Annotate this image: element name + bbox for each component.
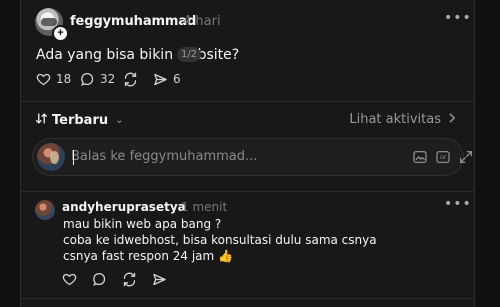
post-username[interactable]: feggymuhammad bbox=[70, 14, 196, 30]
comment-count: 32 bbox=[100, 72, 116, 86]
current-user-avatar bbox=[37, 143, 65, 171]
comment-line-2: coba ke idwebhost, bisa konsultasi dulu … bbox=[63, 233, 377, 247]
post-time: 4 hari bbox=[183, 14, 221, 29]
post-more-icon[interactable]: ••• bbox=[444, 11, 471, 25]
comment-reply-icon[interactable] bbox=[92, 272, 108, 288]
post-avatar[interactable]: + bbox=[35, 8, 69, 42]
sort-label-text: Terbaru bbox=[52, 113, 109, 128]
follow-plus-icon[interactable]: + bbox=[52, 25, 69, 42]
comment-time: 1 menit bbox=[181, 200, 228, 214]
text-cursor bbox=[73, 150, 74, 165]
page-indicator: 1/2 bbox=[177, 47, 201, 62]
heart-icon bbox=[36, 72, 51, 87]
activity-label: Lihat aktivitas bbox=[349, 112, 441, 127]
comment-action[interactable]: 32 bbox=[80, 70, 115, 88]
comment-repost-icon[interactable] bbox=[122, 272, 138, 288]
post-text: Ada yang bisa bikin website? bbox=[36, 47, 240, 63]
bottom-divider bbox=[21, 298, 474, 299]
sort-dropdown[interactable]: Terbaru ⌄ bbox=[35, 112, 124, 130]
comment-send-icon[interactable] bbox=[152, 272, 168, 288]
repost-icon bbox=[123, 72, 138, 87]
comment-icon bbox=[80, 72, 95, 87]
reply-composer[interactable]: GIF bbox=[32, 138, 472, 176]
comment-username[interactable]: andyheruprasetya bbox=[62, 200, 186, 215]
sort-icon bbox=[35, 112, 48, 130]
comment-avatar[interactable] bbox=[35, 200, 55, 220]
reply-divider bbox=[21, 191, 474, 192]
comment-line-1: mau bikin web apa bang ? bbox=[63, 217, 222, 231]
view-activity-link[interactable]: Lihat aktivitas bbox=[349, 112, 456, 128]
chevron-down-icon: ⌄ bbox=[115, 115, 124, 126]
comment-like-icon[interactable] bbox=[62, 272, 78, 288]
post-divider bbox=[21, 101, 474, 102]
send-icon bbox=[153, 72, 168, 87]
comment-line-3: csnya fast respon 24 jam 👍 bbox=[63, 249, 233, 263]
expand-icon[interactable] bbox=[458, 149, 474, 165]
gif-icon[interactable]: GIF bbox=[435, 149, 451, 165]
repost-action[interactable] bbox=[123, 70, 138, 88]
comment-more-icon[interactable]: ••• bbox=[444, 197, 471, 211]
like-action[interactable]: 18 bbox=[36, 70, 71, 88]
chevron-right-icon bbox=[448, 112, 456, 128]
share-action[interactable]: 6 bbox=[153, 70, 181, 88]
share-count: 6 bbox=[173, 72, 181, 86]
like-count: 18 bbox=[56, 72, 72, 86]
image-icon[interactable] bbox=[412, 149, 428, 165]
gif-label: GIF bbox=[440, 155, 447, 160]
reply-input[interactable] bbox=[71, 147, 321, 167]
thread-view: + feggymuhammad 4 hari ••• Ada yang bisa… bbox=[20, 0, 475, 307]
